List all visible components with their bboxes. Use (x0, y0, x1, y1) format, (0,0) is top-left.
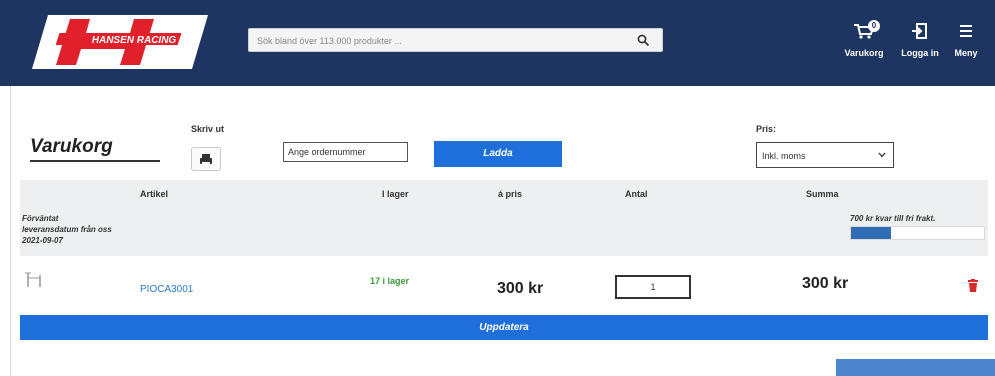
hansen-racing-logo[interactable]: HANSEN RACING (30, 13, 210, 71)
load-button[interactable]: Ladda (434, 141, 562, 167)
title-underline (30, 160, 160, 162)
column-header-sum: Summa (806, 189, 839, 199)
expected-delivery-date: Förväntat leveransdatum från oss 2021-09… (22, 213, 112, 246)
hamburger-icon (960, 25, 972, 37)
page-title: Varukorg (30, 136, 113, 157)
price-select-value: Inkl. moms (762, 151, 806, 161)
product-sku-link[interactable]: PIOCA3001 (140, 284, 193, 295)
price-label: Pris: (756, 124, 777, 134)
column-header-stock: I lager (382, 189, 409, 199)
unit-price: 300 kr (497, 280, 544, 297)
stock-status: 17 i lager (370, 276, 410, 286)
printer-icon (200, 154, 212, 165)
price-select[interactable]: Inkl. moms (756, 142, 894, 168)
menu-label: Meny (954, 48, 978, 58)
menu-button[interactable]: Meny (948, 22, 984, 58)
free-shipping-progress (850, 226, 985, 240)
order-number-input[interactable] (283, 142, 408, 162)
cart-label: Varukorg (844, 48, 884, 58)
print-label: Skriv ut (191, 124, 225, 134)
free-shipping-text: 700 kr kvar till fri frakt. (850, 214, 936, 223)
column-header-unit-price: á pris (498, 189, 523, 199)
login-button[interactable]: Logga in (894, 22, 946, 58)
trash-icon[interactable] (968, 279, 978, 292)
login-icon (912, 23, 927, 39)
chevron-down-icon (878, 152, 886, 158)
login-label: Logga in (901, 48, 939, 58)
row-sum: 300 kr (802, 275, 849, 292)
search-input[interactable] (257, 33, 617, 48)
search-bar (248, 28, 663, 52)
column-header-quantity: Antal (625, 189, 648, 199)
delivery-line: leveransdatum från oss (22, 225, 112, 234)
checkout-button-partial[interactable] (836, 359, 995, 376)
quantity-input[interactable] (615, 275, 691, 299)
free-shipping-progress-fill (851, 227, 891, 239)
page-left-border (10, 86, 11, 376)
print-button[interactable] (191, 147, 221, 171)
product-thumbnail-icon[interactable] (24, 270, 50, 290)
search-icon[interactable] (637, 34, 650, 47)
cart-button[interactable]: 0 Varukorg (838, 20, 890, 58)
delivery-line: 2021-09-07 (22, 236, 63, 245)
cart-count-badge: 0 (868, 20, 880, 32)
logo-text: HANSEN RACING (92, 35, 177, 46)
column-header-article: Artikel (140, 189, 169, 199)
top-header: HANSEN RACING 0 Varukorg Logga in (0, 0, 995, 86)
delivery-line: Förväntat (22, 214, 59, 223)
update-cart-button[interactable]: Uppdatera (20, 315, 988, 340)
